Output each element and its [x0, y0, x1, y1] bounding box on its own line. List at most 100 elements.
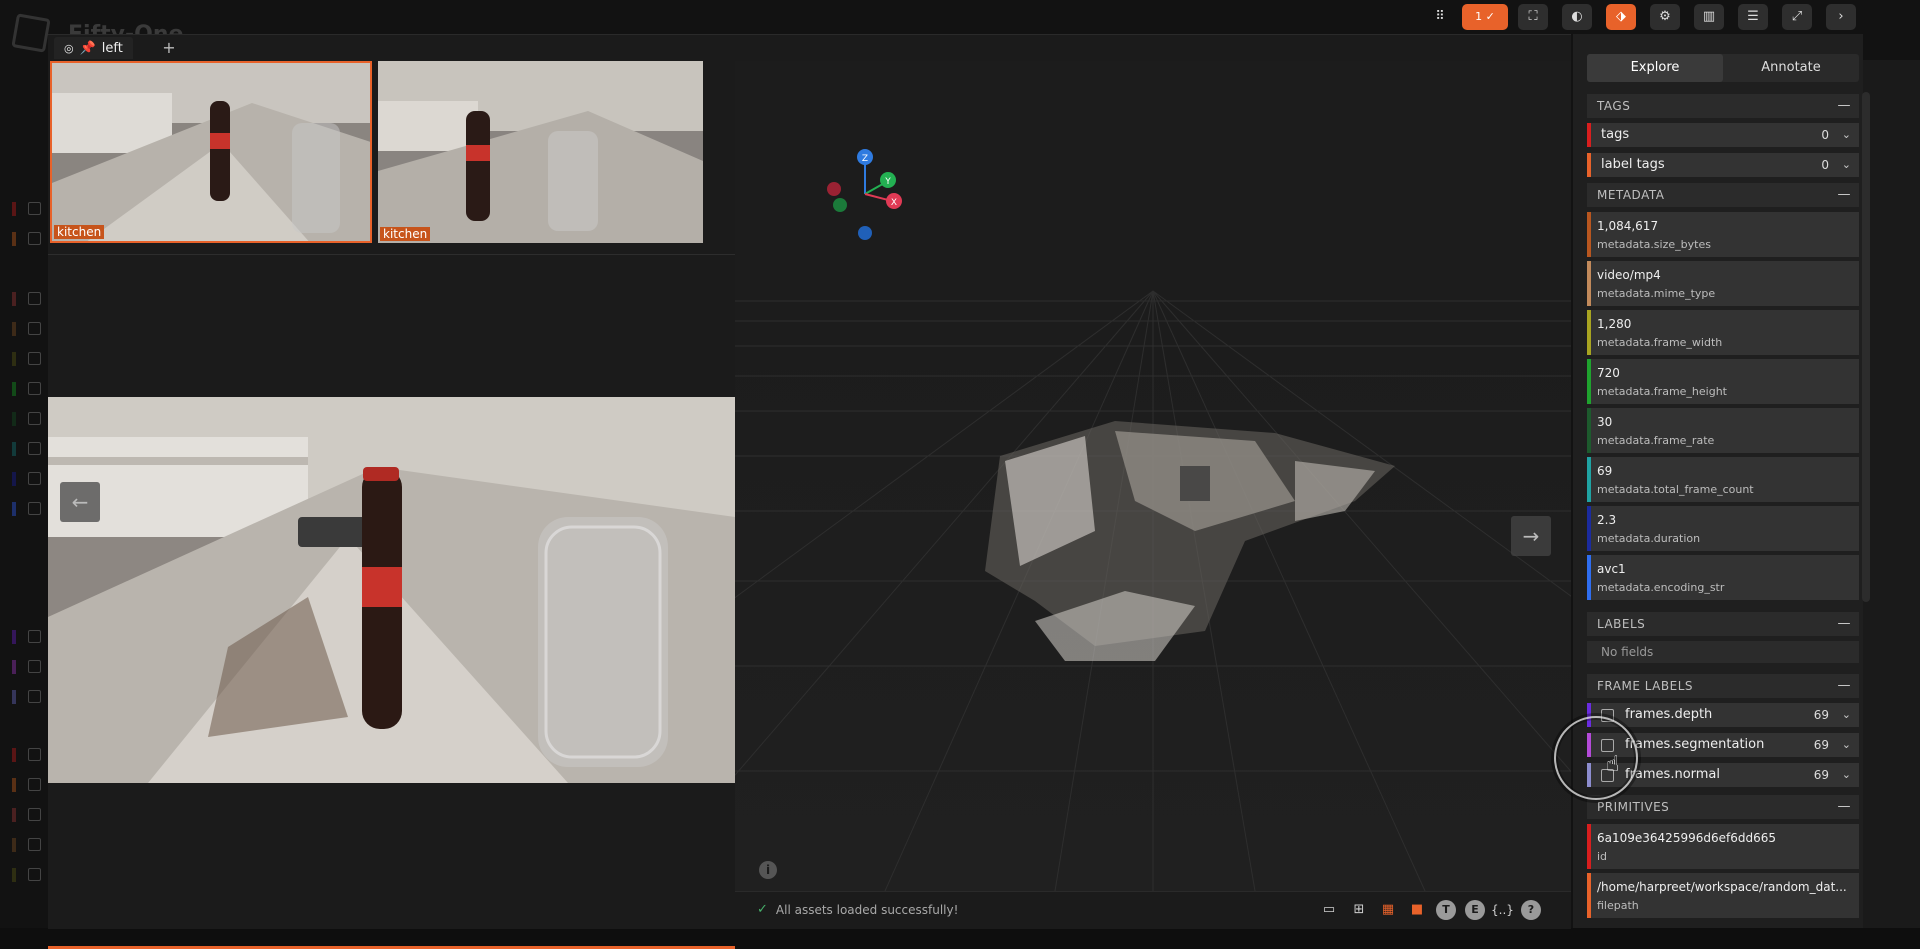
- columns-icon[interactable]: ▥: [1694, 4, 1724, 30]
- section-title: PRIMITIVES: [1597, 800, 1670, 814]
- sidebar-scrollbar[interactable]: [1862, 92, 1870, 602]
- hierarchy-icon[interactable]: ⊞: [1349, 900, 1369, 920]
- primitive-value: /home/harpreet/workspace/random_dat...: [1597, 880, 1847, 894]
- rail-row: [12, 202, 48, 216]
- section-tags[interactable]: TAGS —: [1587, 94, 1859, 118]
- palette-icon[interactable]: ◐: [1562, 4, 1592, 30]
- pointer-hand-icon: ☝: [1606, 752, 1620, 777]
- metadata-key: metadata.mime_type: [1597, 287, 1716, 300]
- field-label-tags[interactable]: label tags 0 ⌄: [1587, 153, 1859, 177]
- labels-empty: No fields: [1587, 641, 1859, 663]
- video-camera-icon[interactable]: ■: [1407, 900, 1427, 920]
- tab-explore[interactable]: Explore: [1587, 54, 1723, 82]
- crop-icon[interactable]: ⛶: [1518, 4, 1548, 30]
- rail-row: [12, 232, 48, 246]
- info-icon[interactable]: i: [759, 861, 777, 879]
- rail-row: [12, 352, 48, 366]
- thumbnail-right[interactable]: kitchen: [378, 61, 703, 243]
- thumbnail-left[interactable]: kitchen: [50, 61, 372, 243]
- field-label: label tags: [1601, 157, 1665, 172]
- divider: [48, 254, 735, 255]
- collapse-icon[interactable]: —: [1838, 674, 1852, 698]
- add-tab-button[interactable]: +: [158, 37, 180, 59]
- chevron-down-icon[interactable]: ⌄: [1842, 123, 1851, 147]
- sample-modal: ◎ 📌 left + kitchen kitchen ← Z Y X → i ✓…: [48, 34, 1571, 949]
- tab-left[interactable]: ◎ 📌 left: [54, 37, 133, 59]
- field-count: 69: [1813, 768, 1829, 782]
- 3d-viewer[interactable]: Z Y X → i: [735, 61, 1571, 891]
- metadata-frame-rate: 30 metadata.frame_rate: [1587, 408, 1859, 453]
- metadata-total-frame-count: 69 metadata.total_frame_count: [1587, 457, 1859, 502]
- subtitles-icon[interactable]: ▭: [1319, 900, 1339, 920]
- field-label: frames.depth: [1625, 707, 1713, 722]
- chevron-down-icon[interactable]: ⌄: [1842, 733, 1851, 757]
- metadata-key: metadata.total_frame_count: [1597, 483, 1754, 496]
- grid-icon[interactable]: ▦: [1378, 900, 1398, 920]
- primitive-filepath: /home/harpreet/workspace/random_dat... fi…: [1587, 873, 1859, 918]
- status-toast: ✓ All assets loaded successfully!: [757, 902, 958, 917]
- section-title: FRAME LABELS: [1597, 679, 1693, 693]
- image-pane: kitchen kitchen ←: [48, 61, 735, 949]
- metadata-duration: 2.3 metadata.duration: [1587, 506, 1859, 551]
- rail-row: [12, 748, 48, 762]
- previous-sample-button[interactable]: ←: [60, 482, 100, 522]
- section-metadata[interactable]: METADATA —: [1587, 183, 1859, 207]
- fullscreen-icon[interactable]: ⤢: [1782, 4, 1812, 30]
- rail-row: [12, 838, 48, 852]
- rail-row: [12, 502, 48, 516]
- toggle-t-button[interactable]: T: [1436, 900, 1456, 920]
- kitchen-main-image: [48, 397, 735, 783]
- rail-row: [12, 322, 48, 336]
- kitchen-thumbnail-image: [52, 63, 370, 241]
- toggle-e-button[interactable]: E: [1465, 900, 1485, 920]
- chevron-down-icon[interactable]: ⌄: [1842, 153, 1851, 177]
- section-frame-labels[interactable]: FRAME LABELS —: [1587, 674, 1859, 698]
- main-image[interactable]: ←: [48, 397, 735, 783]
- collapse-icon[interactable]: —: [1838, 94, 1852, 118]
- primitive-id: 6a109e36425996d6ef6dd665 id: [1587, 824, 1859, 869]
- pin-icon: 📌: [79, 40, 96, 56]
- chevron-down-icon[interactable]: ⌄: [1842, 763, 1851, 787]
- rail-row: [12, 690, 48, 704]
- collapse-icon[interactable]: —: [1838, 183, 1852, 207]
- check-icon: ✓: [757, 902, 768, 917]
- gear-icon[interactable]: ⚙: [1650, 4, 1680, 30]
- metadata-value: 2.3: [1597, 513, 1617, 527]
- section-labels[interactable]: LABELS —: [1587, 612, 1859, 636]
- tab-annotate[interactable]: Annotate: [1723, 54, 1859, 82]
- rail-row: [12, 778, 48, 792]
- tab-bar: ◎ 📌 left +: [48, 35, 1571, 61]
- rail-row: [12, 808, 48, 822]
- rail-row: [12, 472, 48, 486]
- collapse-icon[interactable]: —: [1838, 795, 1852, 819]
- top-toolbar: ⠿ 1 ✓ ⛶ ◐ ⬗ ⚙ ▥ ☰ ⤢ ›: [1430, 4, 1870, 32]
- help-button[interactable]: ?: [1521, 900, 1541, 920]
- rail-row: [12, 382, 48, 396]
- rail-row: [12, 660, 48, 674]
- chevron-down-icon[interactable]: ⌄: [1842, 703, 1851, 727]
- list-icon[interactable]: ☰: [1738, 4, 1768, 30]
- camera-icon: ◎: [64, 41, 74, 55]
- rail-row: [12, 412, 48, 426]
- drag-handle-icon[interactable]: ⠿: [1430, 4, 1450, 30]
- field-count: 0: [1821, 128, 1829, 142]
- metadata-value: 69: [1597, 464, 1613, 478]
- collapse-icon[interactable]: —: [1838, 612, 1852, 636]
- field-tags[interactable]: tags 0 ⌄: [1587, 123, 1859, 147]
- field-count: 0: [1821, 158, 1829, 172]
- next-sample-button[interactable]: →: [1511, 516, 1551, 556]
- background-sidebar: [0, 80, 48, 928]
- field-frames-depth[interactable]: frames.depth 69 ⌄: [1587, 703, 1859, 727]
- field-label: tags: [1601, 127, 1630, 142]
- chevron-right-icon[interactable]: ›: [1826, 4, 1856, 30]
- section-primitives[interactable]: PRIMITIVES —: [1587, 795, 1859, 819]
- field-label: frames.normal: [1625, 767, 1721, 782]
- json-view-button[interactable]: {..}: [1491, 900, 1514, 920]
- selected-count-button[interactable]: 1 ✓: [1462, 4, 1508, 30]
- app-logo-icon: [11, 13, 51, 53]
- metadata-key: metadata.encoding_str: [1597, 581, 1725, 594]
- tag-icon[interactable]: ⬗: [1606, 4, 1636, 30]
- mode-toggle: Explore Annotate: [1587, 54, 1859, 82]
- metadata-key: metadata.frame_rate: [1597, 434, 1715, 447]
- metadata-value: video/mp4: [1597, 268, 1661, 282]
